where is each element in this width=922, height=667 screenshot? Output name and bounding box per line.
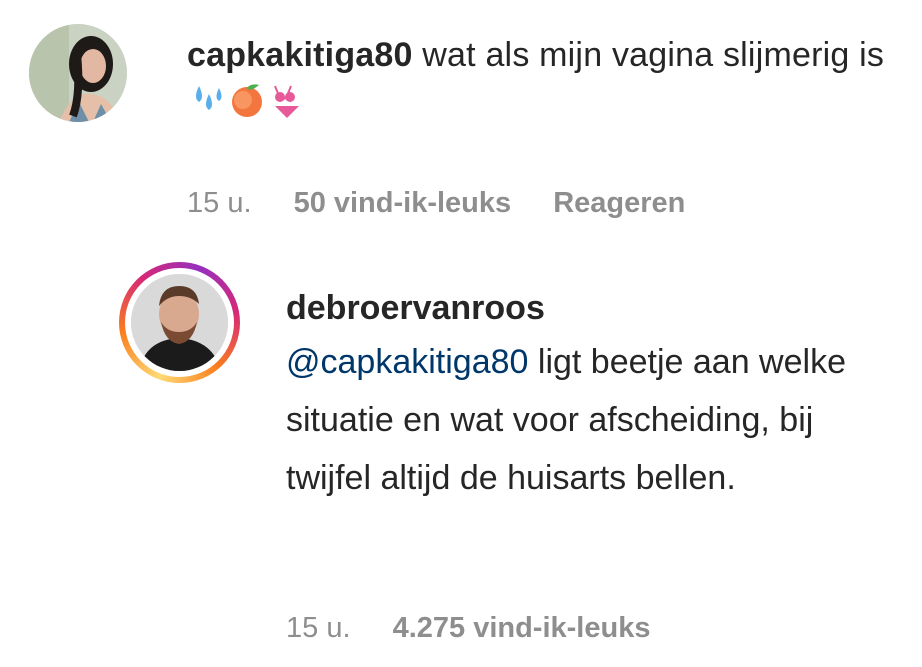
comment-1: capkakitiga80 wat als mijn vagina slijme… — [0, 0, 922, 250]
comment-text: wat als mijn vagina slijmerig is — [422, 36, 885, 74]
avatar-debroervanroos — [131, 274, 228, 371]
comment-time[interactable]: 15 u. — [187, 187, 252, 219]
comment-2-meta: 15 u. 4.275 vind-ik-leuks — [286, 612, 684, 645]
mention-link[interactable]: @capkakitiga80 — [286, 343, 528, 381]
avatar-capkakitiga80[interactable] — [29, 24, 127, 122]
comment-likes[interactable]: 50 vind-ik-leuks — [294, 187, 512, 219]
comment-1-meta: 15 u. 50 vind-ik-leuks Reageren — [187, 187, 719, 220]
emoji-group — [189, 80, 305, 134]
comment-1-body: capkakitiga80 wat als mijn vagina slijme… — [187, 30, 887, 134]
story-ring[interactable] — [119, 262, 240, 383]
reply-button[interactable]: Reageren — [553, 187, 685, 219]
comment-time[interactable]: 15 u. — [286, 612, 351, 644]
comment-username[interactable]: debroervanroos — [286, 285, 886, 331]
bikini-icon — [274, 85, 299, 118]
comment-likes[interactable]: 4.275 vind-ik-leuks — [393, 612, 651, 644]
comment-username[interactable]: capkakitiga80 — [187, 36, 413, 74]
sweat-droplets-icon — [196, 86, 222, 110]
peach-icon — [232, 84, 262, 117]
comment-2-body: debroervanroos @capkakitiga80 ligt beetj… — [286, 285, 886, 507]
